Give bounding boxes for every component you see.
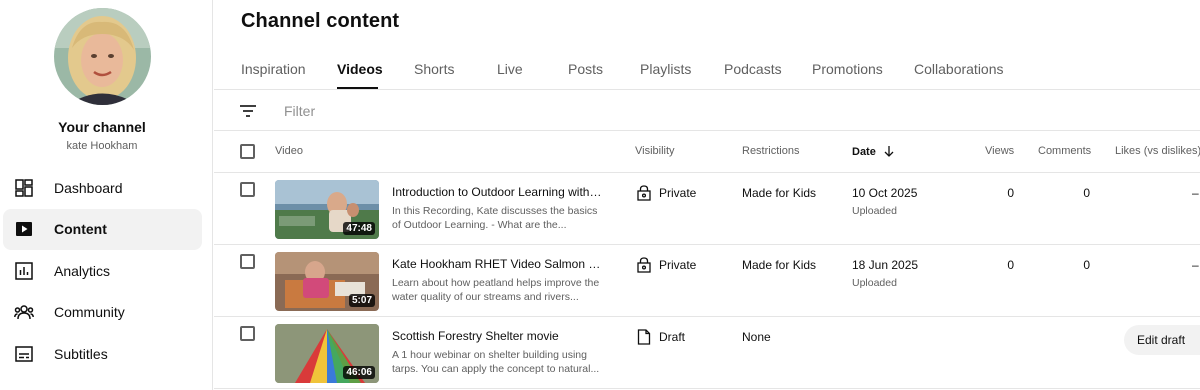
edit-draft-button[interactable]: Edit draft (1124, 325, 1200, 355)
column-header-likes: Likes (vs dislikes) (1115, 145, 1200, 157)
likes-cell: – (1192, 186, 1199, 200)
column-header-comments: Comments (1038, 145, 1092, 157)
restrictions-cell: None (742, 330, 771, 344)
comments-cell: 0 (1083, 258, 1090, 272)
visibility-cell[interactable]: Private (636, 257, 696, 273)
comments-cell: 0 (1083, 186, 1090, 200)
visibility-cell[interactable]: Draft (636, 329, 685, 345)
sidebar-item-label: Community (54, 304, 125, 320)
restrictions-cell: Made for Kids (742, 186, 817, 200)
page-title: Channel content (241, 10, 400, 32)
sidebar-item-label: Subtitles (54, 345, 108, 362)
sidebar-item-dashboard[interactable]: Dashboard (3, 167, 202, 208)
video-description: In this Recording, Kate discusses the ba… (392, 205, 598, 231)
visibility-label: Private (659, 186, 697, 200)
sidebar-item-label: Analytics (54, 262, 111, 279)
filter-icon[interactable] (238, 101, 258, 121)
active-tab-indicator (337, 87, 378, 89)
community-icon (14, 302, 34, 322)
video-duration: 47:48 (343, 222, 375, 235)
date-status: Uploaded (852, 205, 897, 217)
column-header-video: Video (275, 145, 303, 157)
sidebar-item-analytics[interactable]: Analytics (3, 250, 202, 291)
tab-shorts[interactable]: Shorts (414, 61, 454, 77)
visibility-cell[interactable]: Private (636, 185, 696, 201)
select-all-checkbox[interactable] (240, 144, 255, 159)
row-checkbox[interactable] (240, 254, 255, 269)
column-header-visibility: Visibility (635, 145, 675, 157)
sidebar-item-content[interactable]: Content (3, 208, 202, 250)
likes-cell: – (1192, 258, 1199, 272)
video-duration: 5:07 (348, 294, 375, 307)
date-status: Uploaded (852, 277, 897, 289)
sidebar-nav: Dashboard Content Analytics Community Su… (3, 167, 202, 375)
video-description: A 1 hour webinar on shelter building usi… (392, 349, 600, 375)
restrictions-cell: Made for Kids (742, 258, 817, 272)
column-header-date[interactable]: Date (852, 145, 894, 160)
sort-down-arrow-icon (884, 145, 894, 160)
column-header-restrictions: Restrictions (742, 145, 800, 157)
main-content: Channel content Inspiration Videos Short… (214, 0, 1200, 390)
channel-avatar[interactable] (54, 8, 151, 105)
date-cell: 10 Oct 2025 (852, 186, 918, 200)
video-duration: 46:06 (343, 366, 375, 379)
lock-icon (636, 185, 652, 201)
visibility-label: Draft (659, 330, 686, 344)
video-thumbnail[interactable]: 47:48 (275, 180, 379, 239)
sidebar-item-label: Content (54, 221, 107, 237)
tab-inspiration[interactable]: Inspiration (241, 61, 306, 77)
subtitles-icon (14, 344, 34, 364)
sidebar: Your channel kate Hookham Dashboard Cont… (0, 0, 213, 390)
filter-bar (214, 90, 1200, 131)
content-icon (14, 219, 34, 239)
tab-videos[interactable]: Videos (337, 61, 383, 77)
video-title[interactable]: Introduction to Outdoor Learning with K.… (392, 185, 602, 199)
views-cell: 0 (1007, 186, 1014, 200)
video-thumbnail[interactable]: 5:07 (275, 252, 379, 311)
tab-posts[interactable]: Posts (568, 61, 603, 77)
column-header-views: Views (985, 145, 1015, 157)
column-header-date-label: Date (852, 146, 876, 158)
tab-collaborations[interactable]: Collaborations (914, 61, 1004, 77)
sidebar-item-subtitles[interactable]: Subtitles (3, 333, 202, 374)
dashboard-icon (14, 178, 34, 198)
sidebar-item-community[interactable]: Community (3, 292, 202, 333)
filter-input[interactable] (284, 100, 584, 122)
video-title[interactable]: Scottish Forestry Shelter movie (392, 329, 602, 343)
table-row[interactable]: 46:06 Scottish Forestry Shelter movie A … (214, 317, 1200, 389)
draft-document-icon (636, 329, 652, 345)
channel-title: Your channel (58, 119, 146, 135)
views-cell: 0 (1007, 258, 1014, 272)
tab-podcasts[interactable]: Podcasts (724, 61, 782, 77)
row-checkbox[interactable] (240, 326, 255, 341)
content-tabs: Inspiration Videos Shorts Live Posts Pla… (214, 50, 1200, 90)
tab-promotions[interactable]: Promotions (812, 61, 883, 77)
visibility-label: Private (659, 258, 697, 272)
row-checkbox[interactable] (240, 182, 255, 197)
lock-icon (636, 257, 652, 273)
video-description: Learn about how peatland helps improve t… (392, 277, 600, 303)
video-title[interactable]: Kate Hookham RHET Video Salmon Swi... (392, 257, 602, 271)
sidebar-item-label: Dashboard (54, 179, 123, 196)
date-cell: 18 Jun 2025 (852, 258, 919, 272)
tab-live[interactable]: Live (497, 61, 523, 77)
analytics-icon (14, 261, 34, 281)
video-thumbnail[interactable]: 46:06 (275, 324, 379, 383)
table-row[interactable]: 5:07 Kate Hookham RHET Video Salmon Swi.… (214, 245, 1200, 317)
tab-playlists[interactable]: Playlists (640, 61, 691, 77)
table-row[interactable]: 47:48 Introduction to Outdoor Learning w… (214, 173, 1200, 245)
table-header: Video Visibility Restrictions Date Views… (214, 131, 1200, 173)
channel-name: kate Hookham (66, 140, 138, 152)
